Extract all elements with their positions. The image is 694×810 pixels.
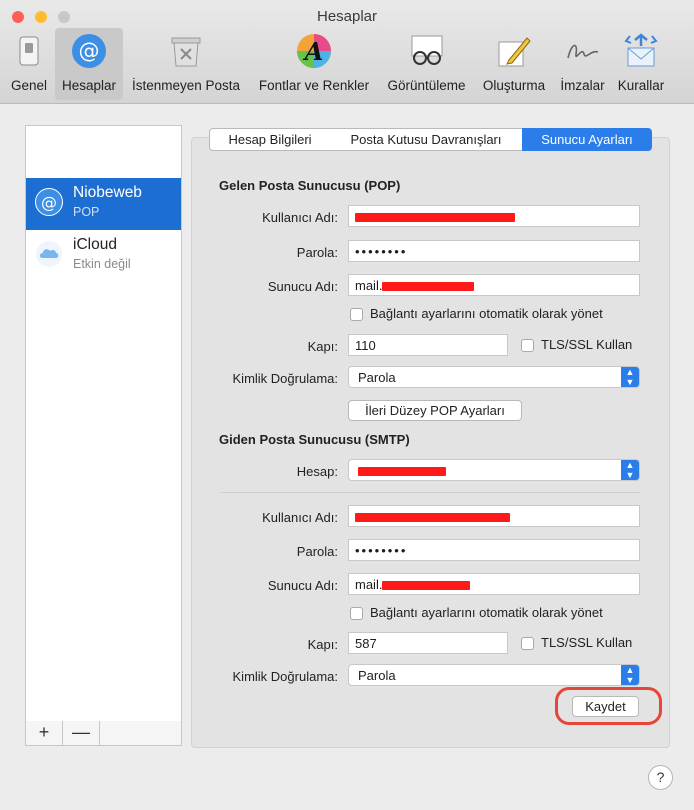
toolbar-item-istenmeyen-posta[interactable]: İstenmeyen Posta [124, 28, 248, 100]
account-name: Niobeweb [73, 184, 142, 201]
window-title: Hesaplar [316, 8, 378, 25]
redaction-mark [382, 282, 475, 292]
outgoing-tls-checkbox[interactable] [521, 637, 534, 650]
incoming-auto-manage-label: Bağlantı ayarlarını otomatik olarak yöne… [370, 306, 603, 321]
chevron-updown-icon: ▲ ▼ [621, 665, 639, 685]
account-type: POP [73, 205, 100, 219]
incoming-port-field[interactable]: 110 [348, 334, 508, 356]
svg-text:A: A [303, 37, 324, 66]
toolbar-item-genel[interactable]: Genel [5, 28, 53, 100]
switch-icon [19, 36, 39, 66]
incoming-auto-manage-checkbox[interactable] [350, 308, 363, 321]
outgoing-auth-label: Kimlik Doğrulama: [232, 669, 338, 684]
incoming-password-field[interactable]: •••••••• [348, 240, 640, 262]
toolbar-label: İstenmeyen Posta [131, 78, 241, 93]
outgoing-password-label: Parola: [296, 544, 338, 559]
account-list-controls: + — [25, 721, 182, 746]
divider [220, 492, 640, 493]
tab-hesap-bilgileri[interactable]: Hesap Bilgileri [209, 128, 331, 151]
tab-sunucu-ayarlari[interactable]: Sunucu Ayarları [522, 128, 652, 151]
outgoing-password-field[interactable]: •••••••• [348, 539, 640, 561]
incoming-server-label: Sunucu Adı: [267, 279, 338, 294]
redaction-mark [355, 213, 515, 223]
outgoing-server-label: Sunucu Adı: [267, 578, 338, 593]
incoming-tls-checkbox[interactable] [521, 339, 534, 352]
chevron-updown-icon: ▲ ▼ [621, 367, 639, 387]
redaction-mark [358, 467, 446, 477]
toolbar-item-olusturma[interactable]: Oluşturma [475, 28, 553, 100]
svg-text:@: @ [41, 193, 57, 212]
outgoing-auto-manage-label: Bağlantı ayarlarını otomatik olarak yöne… [370, 605, 603, 620]
account-item-niobeweb[interactable]: @ Niobeweb POP [26, 178, 181, 230]
toolbar-label: Fontlar ve Renkler [258, 78, 370, 93]
highlight-annotation [555, 687, 662, 725]
toolbar-item-hesaplar[interactable]: @ Hesaplar [55, 28, 123, 100]
toolbar-item-kurallar[interactable]: Kurallar [612, 28, 670, 100]
chevron-updown-icon: ▲ ▼ [621, 460, 639, 480]
incoming-password-label: Parola: [296, 245, 338, 260]
add-account-button[interactable]: + [26, 721, 63, 745]
incoming-username-label: Kullanıcı Adı: [262, 210, 338, 225]
toolbar-item-goruntuleme[interactable]: Görüntüleme [380, 28, 473, 100]
incoming-tls-label: TLS/SSL Kullan [541, 337, 633, 352]
redaction-mark [355, 513, 510, 523]
account-list: @ Niobeweb POP iCloud Etkin değil [25, 125, 182, 723]
remove-account-button[interactable]: — [63, 721, 100, 745]
outgoing-auth-value: Parola [358, 668, 396, 683]
outgoing-auto-manage-checkbox[interactable] [350, 607, 363, 620]
toolbar-label: Kurallar [617, 78, 665, 93]
outgoing-account-label: Hesap: [296, 464, 338, 479]
outgoing-server-field[interactable]: mail. [348, 573, 640, 595]
incoming-username-field[interactable] [348, 205, 640, 227]
outgoing-section-title: Giden Posta Sunucusu (SMTP) [219, 432, 410, 447]
signature-icon [566, 44, 598, 59]
outgoing-username-label: Kullanıcı Adı: [262, 510, 338, 525]
at-sign-icon: @ [72, 34, 106, 68]
outgoing-tls-label: TLS/SSL Kullan [541, 635, 633, 650]
pencil-icon [498, 37, 531, 67]
incoming-auth-select[interactable]: Parola ▲ ▼ [348, 366, 640, 388]
account-status: Etkin değil [73, 257, 131, 271]
incoming-port-label: Kapı: [307, 339, 338, 354]
outgoing-username-field[interactable] [348, 505, 640, 527]
outgoing-port-label: Kapı: [307, 637, 338, 652]
advanced-pop-settings-button[interactable]: İleri Düzey POP Ayarları [348, 400, 522, 421]
outgoing-account-select[interactable]: ▲ ▼ [348, 459, 640, 481]
toolbar-item-fontlar-ve-renkler[interactable]: A Fontlar ve Renkler [250, 28, 378, 100]
glasses-icon [411, 35, 442, 65]
trash-junk-icon [171, 37, 201, 67]
incoming-section-title: Gelen Posta Sunucusu (POP) [219, 178, 401, 193]
rules-envelope-icon [624, 33, 658, 67]
toolbar-label: İmzalar [560, 78, 605, 93]
toolbar-label: Görüntüleme [387, 78, 466, 93]
server-prefix: mail. [355, 278, 383, 293]
toolbar: Hesaplar Genel @ Hesaplar İstenmeyen Pos… [0, 0, 694, 104]
cloud-icon [35, 240, 63, 268]
font-colors-icon: A [297, 34, 331, 68]
toolbar-label: Hesaplar [61, 78, 117, 93]
server-prefix: mail. [355, 577, 383, 592]
toolbar-label: Oluşturma [482, 78, 546, 93]
account-name: iCloud [73, 236, 117, 253]
toolbar-item-imzalar[interactable]: İmzalar [555, 28, 610, 100]
account-item-icloud[interactable]: iCloud Etkin değil [26, 230, 181, 282]
incoming-auth-value: Parola [358, 370, 396, 385]
tab-posta-kutusu-davranislari[interactable]: Posta Kutusu Davranışları [330, 128, 523, 151]
at-sign-icon: @ [35, 188, 63, 216]
svg-text:@: @ [79, 39, 100, 63]
outgoing-auth-select[interactable]: Parola ▲ ▼ [348, 664, 640, 686]
incoming-server-field[interactable]: mail. [348, 274, 640, 296]
outgoing-port-field[interactable]: 587 [348, 632, 508, 654]
redaction-mark [382, 581, 471, 591]
incoming-auth-label: Kimlik Doğrulama: [232, 371, 338, 386]
help-button[interactable]: ? [648, 765, 673, 790]
toolbar-label: Genel [10, 78, 48, 93]
